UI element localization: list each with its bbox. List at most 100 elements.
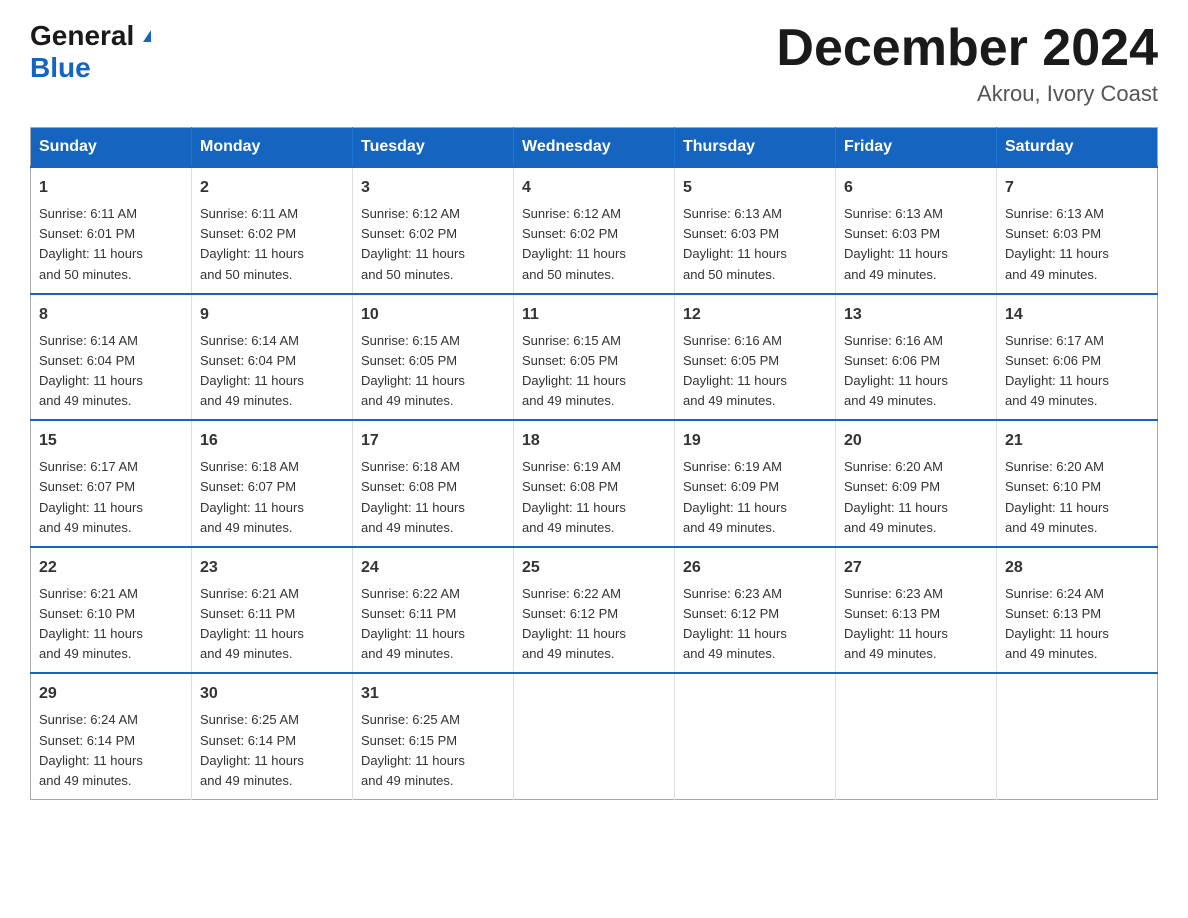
day-number: 1 (39, 176, 183, 200)
col-saturday: Saturday (997, 128, 1158, 168)
col-friday: Friday (836, 128, 997, 168)
calendar-table: Sunday Monday Tuesday Wednesday Thursday… (30, 127, 1158, 800)
col-tuesday: Tuesday (353, 128, 514, 168)
day-info: Sunrise: 6:24 AMSunset: 6:14 PMDaylight:… (39, 712, 143, 787)
calendar-week-row: 8 Sunrise: 6:14 AMSunset: 6:04 PMDayligh… (31, 294, 1158, 421)
day-info: Sunrise: 6:12 AMSunset: 6:02 PMDaylight:… (522, 206, 626, 281)
day-number: 4 (522, 176, 666, 200)
day-number: 29 (39, 682, 183, 706)
day-info: Sunrise: 6:12 AMSunset: 6:02 PMDaylight:… (361, 206, 465, 281)
logo-general-text: General (30, 20, 134, 52)
calendar-day-cell: 23 Sunrise: 6:21 AMSunset: 6:11 PMDaylig… (192, 547, 353, 674)
calendar-day-cell: 20 Sunrise: 6:20 AMSunset: 6:09 PMDaylig… (836, 420, 997, 547)
day-info: Sunrise: 6:11 AMSunset: 6:02 PMDaylight:… (200, 206, 304, 281)
calendar-header-row: Sunday Monday Tuesday Wednesday Thursday… (31, 128, 1158, 168)
day-info: Sunrise: 6:15 AMSunset: 6:05 PMDaylight:… (361, 333, 465, 408)
day-info: Sunrise: 6:20 AMSunset: 6:10 PMDaylight:… (1005, 459, 1109, 534)
day-info: Sunrise: 6:19 AMSunset: 6:09 PMDaylight:… (683, 459, 787, 534)
calendar-day-cell: 6 Sunrise: 6:13 AMSunset: 6:03 PMDayligh… (836, 167, 997, 294)
day-info: Sunrise: 6:19 AMSunset: 6:08 PMDaylight:… (522, 459, 626, 534)
calendar-day-cell: 1 Sunrise: 6:11 AMSunset: 6:01 PMDayligh… (31, 167, 192, 294)
day-number: 6 (844, 176, 988, 200)
day-number: 20 (844, 429, 988, 453)
calendar-day-cell: 19 Sunrise: 6:19 AMSunset: 6:09 PMDaylig… (675, 420, 836, 547)
day-info: Sunrise: 6:18 AMSunset: 6:08 PMDaylight:… (361, 459, 465, 534)
col-sunday: Sunday (31, 128, 192, 168)
title-area: December 2024 Akrou, Ivory Coast (776, 20, 1158, 107)
calendar-day-cell: 21 Sunrise: 6:20 AMSunset: 6:10 PMDaylig… (997, 420, 1158, 547)
col-monday: Monday (192, 128, 353, 168)
col-thursday: Thursday (675, 128, 836, 168)
calendar-day-cell: 27 Sunrise: 6:23 AMSunset: 6:13 PMDaylig… (836, 547, 997, 674)
day-info: Sunrise: 6:21 AMSunset: 6:10 PMDaylight:… (39, 586, 143, 661)
calendar-week-row: 22 Sunrise: 6:21 AMSunset: 6:10 PMDaylig… (31, 547, 1158, 674)
day-info: Sunrise: 6:25 AMSunset: 6:15 PMDaylight:… (361, 712, 465, 787)
day-info: Sunrise: 6:17 AMSunset: 6:07 PMDaylight:… (39, 459, 143, 534)
day-info: Sunrise: 6:21 AMSunset: 6:11 PMDaylight:… (200, 586, 304, 661)
day-number: 25 (522, 556, 666, 580)
day-number: 2 (200, 176, 344, 200)
day-info: Sunrise: 6:15 AMSunset: 6:05 PMDaylight:… (522, 333, 626, 408)
calendar-day-cell: 24 Sunrise: 6:22 AMSunset: 6:11 PMDaylig… (353, 547, 514, 674)
day-number: 9 (200, 303, 344, 327)
day-number: 7 (1005, 176, 1149, 200)
calendar-week-row: 29 Sunrise: 6:24 AMSunset: 6:14 PMDaylig… (31, 673, 1158, 799)
calendar-day-cell: 28 Sunrise: 6:24 AMSunset: 6:13 PMDaylig… (997, 547, 1158, 674)
calendar-day-cell (997, 673, 1158, 799)
calendar-day-cell: 14 Sunrise: 6:17 AMSunset: 6:06 PMDaylig… (997, 294, 1158, 421)
day-info: Sunrise: 6:18 AMSunset: 6:07 PMDaylight:… (200, 459, 304, 534)
calendar-day-cell: 25 Sunrise: 6:22 AMSunset: 6:12 PMDaylig… (514, 547, 675, 674)
calendar-day-cell: 4 Sunrise: 6:12 AMSunset: 6:02 PMDayligh… (514, 167, 675, 294)
day-info: Sunrise: 6:13 AMSunset: 6:03 PMDaylight:… (1005, 206, 1109, 281)
calendar-day-cell: 29 Sunrise: 6:24 AMSunset: 6:14 PMDaylig… (31, 673, 192, 799)
day-info: Sunrise: 6:16 AMSunset: 6:05 PMDaylight:… (683, 333, 787, 408)
calendar-day-cell: 8 Sunrise: 6:14 AMSunset: 6:04 PMDayligh… (31, 294, 192, 421)
calendar-day-cell: 31 Sunrise: 6:25 AMSunset: 6:15 PMDaylig… (353, 673, 514, 799)
day-info: Sunrise: 6:16 AMSunset: 6:06 PMDaylight:… (844, 333, 948, 408)
calendar-day-cell (675, 673, 836, 799)
page-header: General Blue December 2024 Akrou, Ivory … (30, 20, 1158, 107)
day-info: Sunrise: 6:22 AMSunset: 6:12 PMDaylight:… (522, 586, 626, 661)
calendar-day-cell: 12 Sunrise: 6:16 AMSunset: 6:05 PMDaylig… (675, 294, 836, 421)
calendar-day-cell: 30 Sunrise: 6:25 AMSunset: 6:14 PMDaylig… (192, 673, 353, 799)
day-number: 22 (39, 556, 183, 580)
day-number: 18 (522, 429, 666, 453)
calendar-week-row: 15 Sunrise: 6:17 AMSunset: 6:07 PMDaylig… (31, 420, 1158, 547)
calendar-day-cell: 2 Sunrise: 6:11 AMSunset: 6:02 PMDayligh… (192, 167, 353, 294)
calendar-day-cell: 18 Sunrise: 6:19 AMSunset: 6:08 PMDaylig… (514, 420, 675, 547)
day-number: 17 (361, 429, 505, 453)
calendar-day-cell: 13 Sunrise: 6:16 AMSunset: 6:06 PMDaylig… (836, 294, 997, 421)
day-number: 26 (683, 556, 827, 580)
day-number: 27 (844, 556, 988, 580)
day-number: 10 (361, 303, 505, 327)
calendar-day-cell: 3 Sunrise: 6:12 AMSunset: 6:02 PMDayligh… (353, 167, 514, 294)
calendar-day-cell: 5 Sunrise: 6:13 AMSunset: 6:03 PMDayligh… (675, 167, 836, 294)
day-number: 12 (683, 303, 827, 327)
day-info: Sunrise: 6:20 AMSunset: 6:09 PMDaylight:… (844, 459, 948, 534)
calendar-day-cell: 10 Sunrise: 6:15 AMSunset: 6:05 PMDaylig… (353, 294, 514, 421)
day-number: 5 (683, 176, 827, 200)
day-info: Sunrise: 6:23 AMSunset: 6:13 PMDaylight:… (844, 586, 948, 661)
day-number: 31 (361, 682, 505, 706)
calendar-day-cell: 11 Sunrise: 6:15 AMSunset: 6:05 PMDaylig… (514, 294, 675, 421)
logo-triangle-icon (138, 26, 156, 49)
day-number: 11 (522, 303, 666, 327)
day-number: 21 (1005, 429, 1149, 453)
calendar-day-cell (836, 673, 997, 799)
day-info: Sunrise: 6:14 AMSunset: 6:04 PMDaylight:… (200, 333, 304, 408)
day-number: 23 (200, 556, 344, 580)
calendar-day-cell: 7 Sunrise: 6:13 AMSunset: 6:03 PMDayligh… (997, 167, 1158, 294)
day-info: Sunrise: 6:25 AMSunset: 6:14 PMDaylight:… (200, 712, 304, 787)
logo-blue-text: Blue (30, 52, 91, 83)
month-title: December 2024 (776, 20, 1158, 77)
calendar-day-cell (514, 673, 675, 799)
calendar-day-cell: 15 Sunrise: 6:17 AMSunset: 6:07 PMDaylig… (31, 420, 192, 547)
day-number: 19 (683, 429, 827, 453)
day-number: 28 (1005, 556, 1149, 580)
calendar-day-cell: 26 Sunrise: 6:23 AMSunset: 6:12 PMDaylig… (675, 547, 836, 674)
day-number: 3 (361, 176, 505, 200)
day-number: 24 (361, 556, 505, 580)
logo: General Blue (30, 20, 156, 84)
location-title: Akrou, Ivory Coast (776, 81, 1158, 107)
day-number: 16 (200, 429, 344, 453)
